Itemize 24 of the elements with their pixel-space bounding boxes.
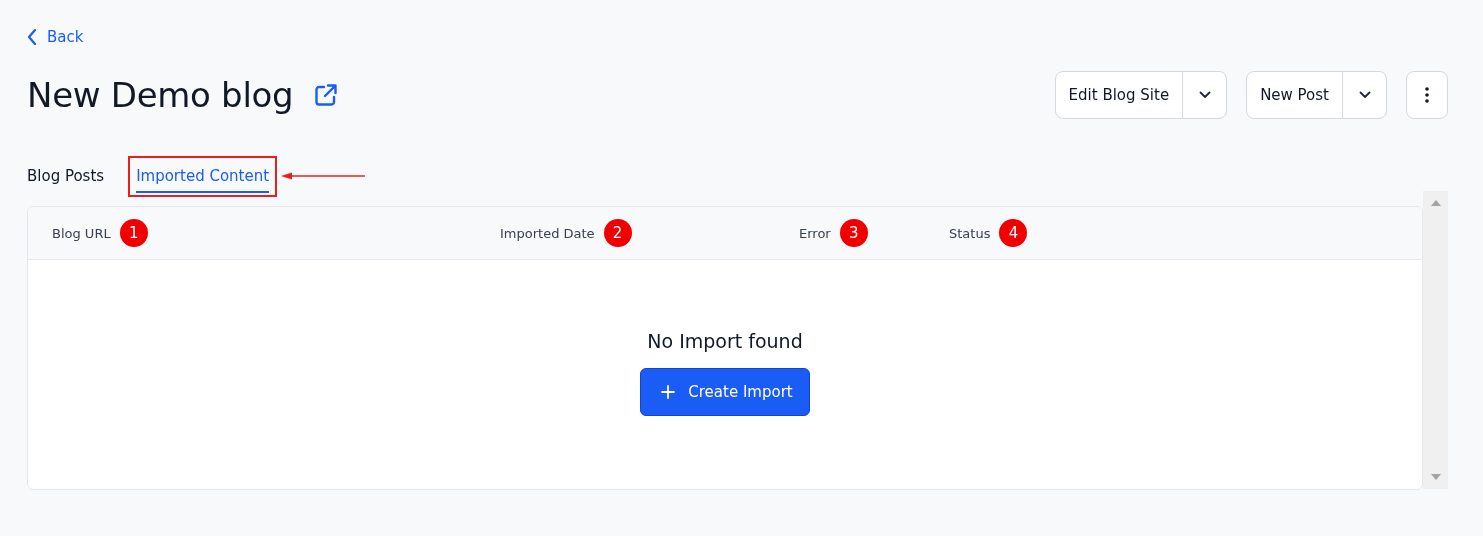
chevron-down-icon — [1198, 91, 1211, 99]
scroll-up-icon — [1430, 200, 1441, 206]
column-header: Imported Date — [500, 225, 595, 241]
external-link-icon[interactable] — [313, 82, 340, 108]
number-badge: 3 — [839, 219, 868, 247]
scroll-down-icon — [1430, 474, 1441, 480]
create-import-button[interactable]: Create Import — [640, 368, 810, 416]
chevron-down-icon — [1358, 91, 1371, 99]
tab[interactable]: Imported Content — [136, 160, 270, 193]
empty-message: No Import found — [647, 330, 803, 352]
back-link[interactable]: Back — [27, 28, 84, 46]
plus-icon — [661, 385, 676, 399]
more-vertical-icon — [1425, 87, 1429, 103]
number-badge: 1 — [119, 219, 148, 247]
tab[interactable]: Blog Posts — [27, 160, 105, 193]
column-header: Blog URL — [52, 225, 111, 241]
number-badge: 4 — [999, 219, 1028, 247]
page-title: New Demo blog — [27, 75, 294, 115]
chevron-left-icon — [27, 29, 37, 45]
number-badge: 2 — [603, 219, 632, 247]
scrollbar[interactable] — [1423, 191, 1448, 489]
column-header: Error — [799, 225, 831, 241]
more-button[interactable] — [1406, 71, 1448, 119]
column-header: Status — [949, 225, 991, 241]
